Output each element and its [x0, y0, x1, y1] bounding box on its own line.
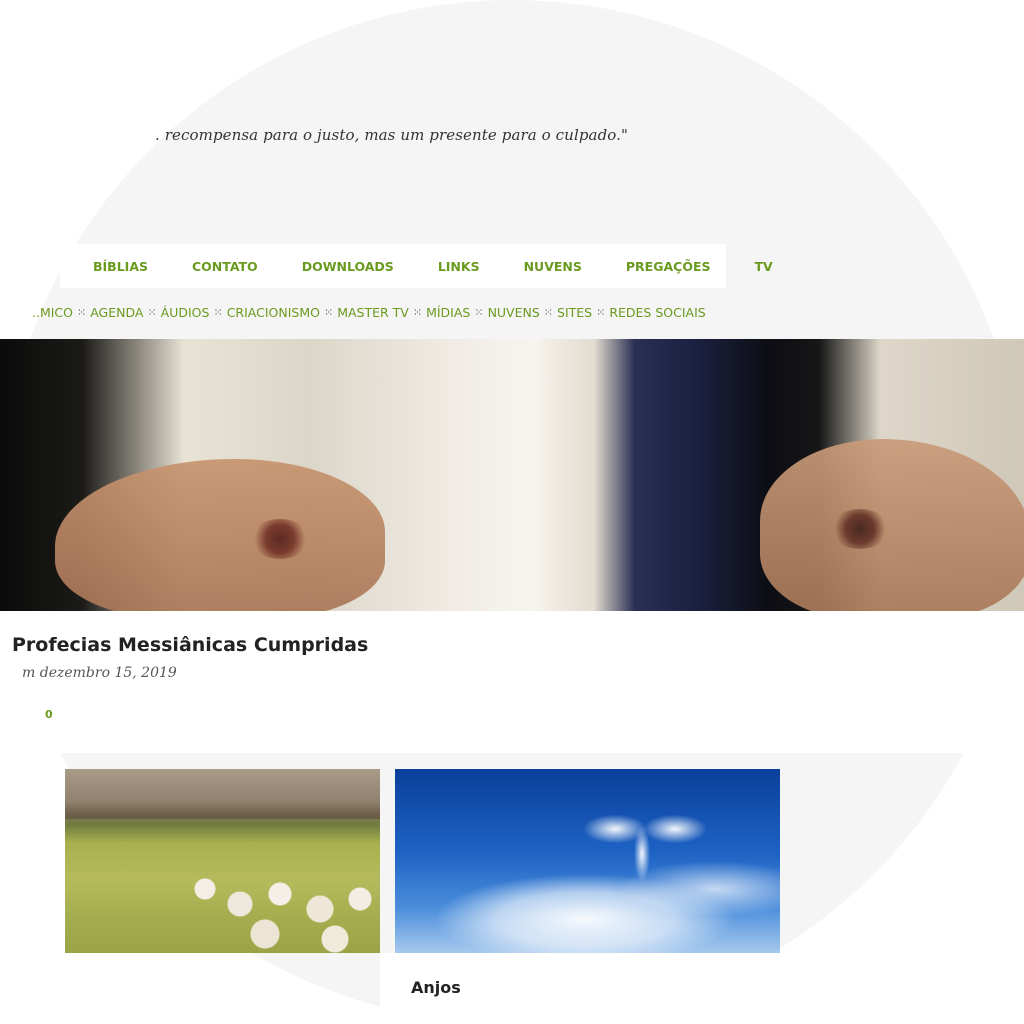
menu-item-tv[interactable]: TV — [755, 259, 773, 274]
post-date: m dezembro 15, 2019 — [22, 665, 177, 681]
thumbnail-flock — [185, 864, 380, 953]
post-header-panel — [0, 611, 1024, 753]
separator-icon: ⁙ — [213, 306, 223, 319]
separator-icon: ⁙ — [77, 306, 87, 319]
thumbnail-trees — [65, 769, 380, 819]
separator-icon: ⁙ — [412, 306, 423, 319]
menu-item-nuvens[interactable]: NUVENS — [524, 259, 582, 274]
related-post-card[interactable] — [65, 769, 380, 953]
menu-item-contato[interactable]: CONTATO — [192, 259, 258, 274]
secondary-menu: ..MICO ⁙ AGENDA ⁙ ÁUDIOS ⁙ CRIACIONISMO … — [32, 305, 706, 320]
comment-count[interactable]: 0 — [45, 708, 53, 721]
separator-icon: ⁙ — [147, 306, 157, 319]
separator-icon: ⁙ — [323, 306, 334, 319]
hero-image[interactable] — [0, 339, 1024, 611]
submenu-item-agenda[interactable]: AGENDA — [90, 305, 143, 320]
submenu-item-sites[interactable]: SITES — [557, 305, 592, 320]
submenu-item-redes-sociais[interactable]: REDES SOCIAIS — [609, 305, 705, 320]
post-title[interactable]: Profecias Messiânicas Cumpridas — [12, 634, 368, 656]
separator-icon: ⁙ — [543, 306, 554, 319]
related-post-card[interactable] — [395, 769, 780, 953]
separator-icon: ⁙ — [474, 306, 484, 319]
hero-left-hand — [55, 459, 385, 611]
submenu-item-mico[interactable]: ..MICO — [32, 305, 73, 320]
main-menu: BÍBLIAS CONTATO DOWNLOADS LINKS NUVENS P… — [60, 244, 773, 288]
submenu-item-criacionismo[interactable]: CRIACIONISMO — [227, 305, 320, 320]
card-title[interactable]: Anjos — [411, 978, 461, 997]
menu-item-biblias[interactable]: BÍBLIAS — [93, 259, 148, 274]
separator-icon: ⁙ — [596, 306, 606, 319]
submenu-item-audios[interactable]: ÁUDIOS — [161, 305, 210, 320]
submenu-item-midias[interactable]: MÍDIAS — [426, 305, 470, 320]
menu-item-downloads[interactable]: DOWNLOADS — [302, 259, 394, 274]
menu-item-pregacoes[interactable]: PREGAÇÕES — [626, 259, 711, 274]
hero-left-wound — [250, 519, 310, 559]
hero-right-hand — [760, 439, 1024, 611]
sheep-thumbnail — [65, 769, 380, 953]
submenu-item-nuvens[interactable]: NUVENS — [488, 305, 540, 320]
angel-cloud-shape — [570, 794, 710, 889]
angel-cloud-thumbnail — [395, 769, 780, 953]
hero-right-wound — [830, 509, 890, 549]
menu-item-links[interactable]: LINKS — [438, 259, 480, 274]
header-quote: . recompensa para o justo, mas um presen… — [155, 126, 629, 144]
submenu-item-master-tv[interactable]: MASTER TV — [337, 305, 409, 320]
